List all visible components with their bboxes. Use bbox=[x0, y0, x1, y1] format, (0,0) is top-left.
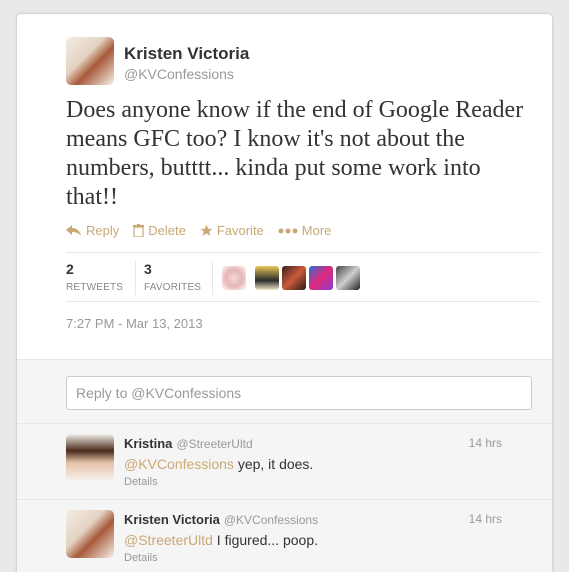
reply-arrow-icon bbox=[66, 224, 81, 236]
favorite-label: Favorite bbox=[216, 223, 264, 238]
reply-body: yep, it does. bbox=[233, 456, 314, 472]
delete-button[interactable]: Delete bbox=[133, 223, 186, 238]
reply-time[interactable]: 14 hrs bbox=[469, 436, 502, 450]
trash-icon bbox=[133, 224, 145, 237]
star-icon bbox=[200, 224, 213, 236]
engagement-avatars bbox=[222, 266, 360, 290]
reply-username: @KVConfessions bbox=[223, 513, 319, 527]
reply-mention[interactable]: @KVConfessions bbox=[124, 456, 234, 472]
tweet-timestamp[interactable]: 7:27 PM - Mar 13, 2013 bbox=[66, 316, 203, 331]
reply-button[interactable]: Reply bbox=[66, 223, 119, 238]
engager-avatar[interactable] bbox=[336, 266, 360, 290]
reply-box: Reply to @KVConfessions bbox=[17, 359, 552, 424]
favorites-stat[interactable]: 3 FAVORITES bbox=[144, 261, 201, 293]
favorite-button[interactable]: Favorite bbox=[200, 223, 264, 238]
stat-divider bbox=[212, 261, 213, 295]
reply-label: Reply bbox=[86, 223, 120, 238]
engager-avatar[interactable] bbox=[282, 266, 306, 290]
stat-divider bbox=[135, 261, 136, 295]
reply-details-link[interactable]: Details bbox=[124, 552, 158, 564]
retweets-label: RETWEETS bbox=[66, 282, 124, 293]
reply-author-name[interactable]: Kristina @StreeterUltd bbox=[124, 436, 253, 451]
reply-time[interactable]: 14 hrs bbox=[469, 512, 502, 526]
author-username[interactable]: @KVConfessions bbox=[124, 66, 234, 82]
tweet-card: Kristen Victoria @KVConfessions Does any… bbox=[16, 13, 553, 572]
more-dots-icon bbox=[278, 228, 298, 233]
stats-row: 2 RETWEETS 3 FAVORITES bbox=[66, 252, 540, 302]
reply-text: @KVConfessions yep, it does. bbox=[124, 456, 313, 472]
reply-tweet[interactable]: Kristina @StreeterUltd 14 hrs @KVConfessi… bbox=[17, 424, 552, 500]
reply-author-avatar[interactable] bbox=[66, 434, 114, 482]
engager-avatar[interactable] bbox=[309, 266, 333, 290]
reply-fullname: Kristen Victoria bbox=[124, 512, 220, 527]
tweet-main: Kristen Victoria @KVConfessions Does any… bbox=[17, 14, 552, 359]
reply-body: I figured... poop. bbox=[212, 532, 318, 548]
author-avatar[interactable] bbox=[66, 37, 114, 85]
engager-avatar[interactable] bbox=[255, 266, 279, 290]
favorites-label: FAVORITES bbox=[144, 282, 202, 293]
delete-label: Delete bbox=[148, 223, 186, 238]
reply-fullname: Kristina bbox=[124, 436, 173, 451]
tweet-actions: Reply Delete Favorite More bbox=[66, 223, 331, 238]
reply-text: @StreeterUltd I figured... poop. bbox=[124, 532, 318, 548]
reply-details-link[interactable]: Details bbox=[124, 476, 158, 488]
reply-mention[interactable]: @StreeterUltd bbox=[124, 532, 213, 548]
reply-author-avatar[interactable] bbox=[66, 510, 114, 558]
reply-input[interactable]: Reply to @KVConfessions bbox=[66, 376, 532, 410]
retweets-count: 2 bbox=[66, 261, 74, 277]
reply-tweet[interactable]: Kristen Victoria @KVConfessions 14 hrs @S… bbox=[17, 500, 552, 572]
tweet-text: Does anyone know if the end of Google Re… bbox=[66, 97, 524, 210]
retweets-stat[interactable]: 2 RETWEETS bbox=[66, 261, 123, 293]
engager-avatar[interactable] bbox=[222, 266, 246, 290]
favorites-count: 3 bbox=[144, 261, 152, 277]
more-label: More bbox=[301, 223, 332, 238]
reply-author-name[interactable]: Kristen Victoria @KVConfessions bbox=[124, 512, 318, 527]
reply-username: @StreeterUltd bbox=[176, 437, 253, 451]
author-fullname[interactable]: Kristen Victoria bbox=[124, 44, 249, 64]
more-button[interactable]: More bbox=[278, 223, 332, 238]
